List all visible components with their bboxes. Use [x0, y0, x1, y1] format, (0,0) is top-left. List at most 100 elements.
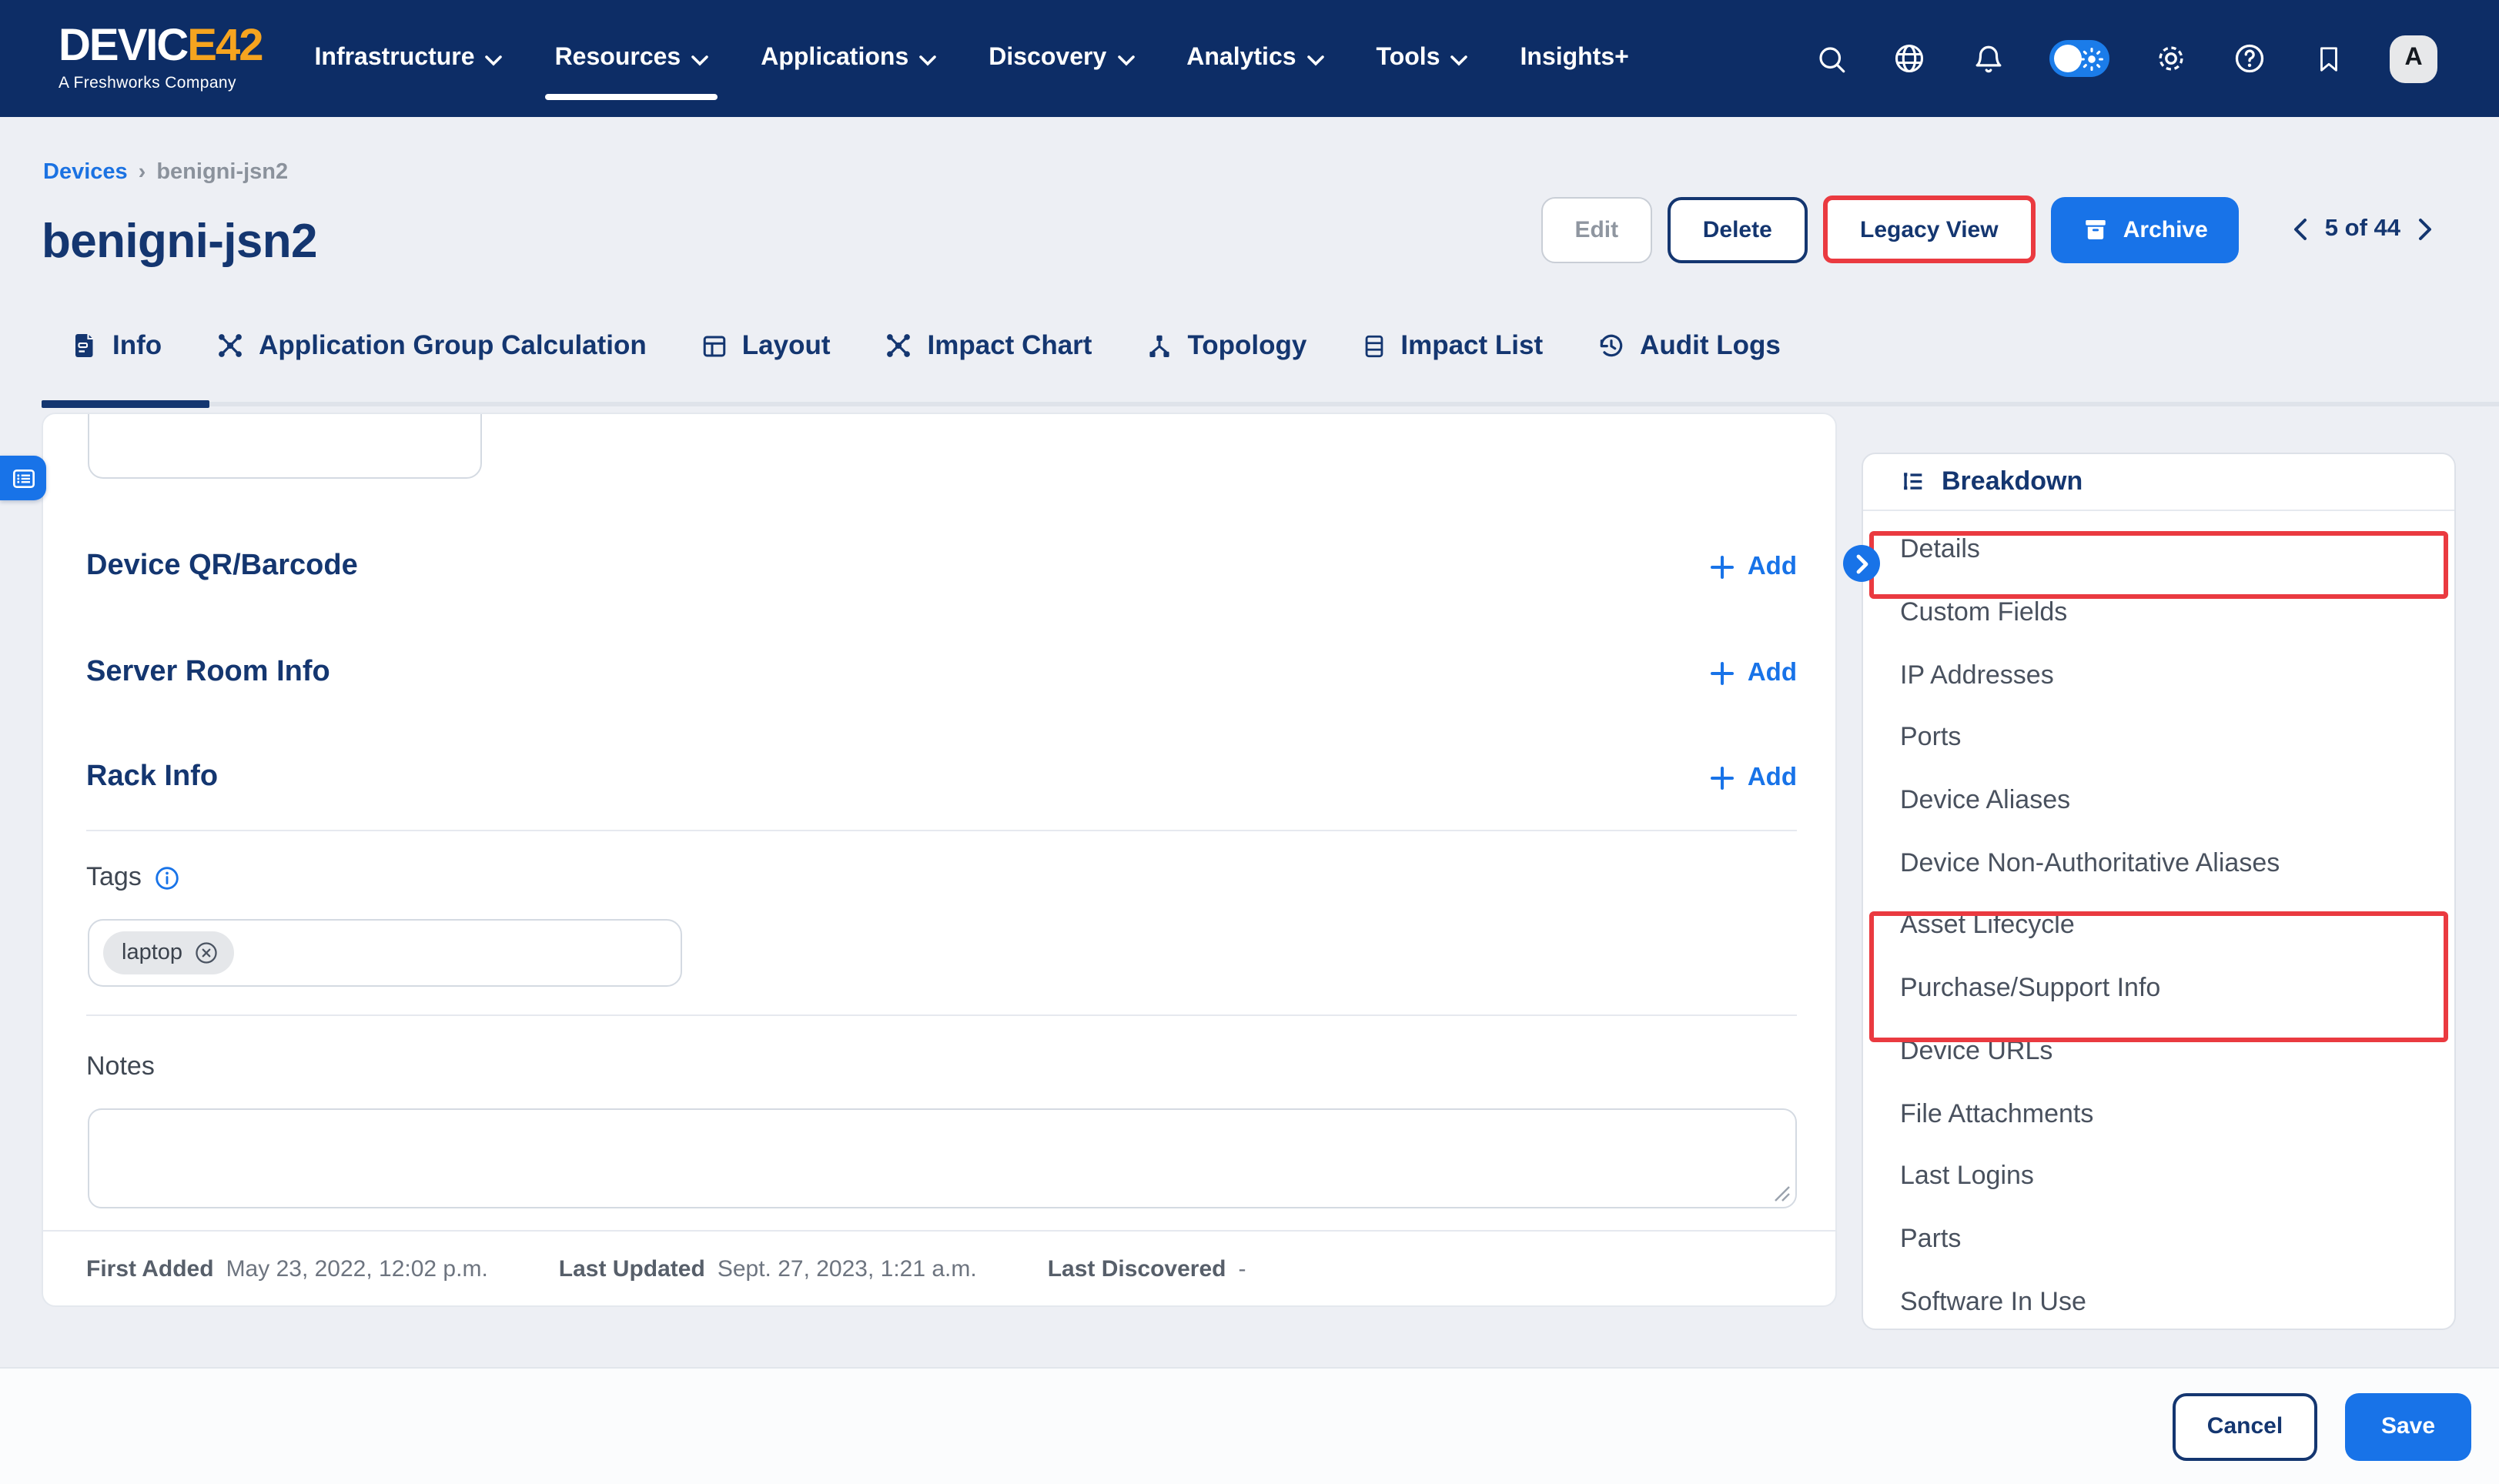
nav-item-tools[interactable]: Tools — [1377, 35, 1468, 82]
chevron-right-icon — [1855, 553, 1868, 573]
sidebar-item-ip-addresses[interactable]: IP Addresses — [1863, 644, 2454, 707]
add-rack-info-button[interactable]: Add — [1711, 763, 1797, 792]
nav-item-applications[interactable]: Applications — [761, 35, 936, 82]
theme-toggle[interactable] — [2049, 40, 2109, 77]
sidebar-item-last-logins[interactable]: Last Logins — [1863, 1145, 2454, 1208]
sidebar-item-ports[interactable]: Ports — [1863, 707, 2454, 769]
section-title: Rack Info — [86, 760, 218, 794]
meta-last-updated: Last UpdatedSept. 27, 2023, 1:21 a.m. — [559, 1255, 977, 1282]
logo-tagline: A Freshworks Company — [59, 76, 263, 92]
tab-info[interactable]: Info — [71, 329, 162, 362]
breakdown-header: Breakdown — [1863, 454, 2454, 511]
annotation-highlight-legacy-view: Legacy View — [1823, 196, 2036, 263]
breadcrumb-separator: › — [139, 160, 146, 185]
remove-tag-icon[interactable] — [193, 941, 218, 965]
divider — [86, 830, 1797, 831]
device-info-panel: Device QR/Barcode Add Server Room Info A… — [42, 413, 1837, 1307]
navbar-icons: A — [1814, 35, 2437, 82]
save-button[interactable]: Save — [2345, 1392, 2471, 1460]
avatar[interactable]: A — [2390, 35, 2437, 82]
tab-impact-chart[interactable]: Impact Chart — [885, 329, 1092, 362]
main-nav: Infrastructure Resources Applications Di… — [315, 35, 1629, 82]
notes-field-wrap — [88, 1108, 1797, 1208]
pagination-count: 5 of 44 — [2325, 216, 2400, 243]
globe-icon[interactable] — [1892, 42, 1926, 75]
side-panel-toggle-button[interactable] — [0, 456, 46, 500]
notes-label: Notes — [86, 1051, 155, 1082]
sidebar-item-software-in-use[interactable]: Software In Use — [1863, 1271, 2454, 1331]
tag-chip-laptop: laptop — [103, 931, 233, 974]
form-list-icon — [10, 466, 36, 490]
tab-application-group-calculation[interactable]: Application Group Calculation — [216, 329, 647, 362]
chevron-down-icon — [1307, 55, 1324, 65]
network-icon — [216, 331, 245, 360]
tab-audit-logs[interactable]: Audit Logs — [1597, 329, 1781, 362]
sidebar-item-file-attachments[interactable]: File Attachments — [1863, 1082, 2454, 1145]
scrolled-input-field[interactable] — [88, 413, 482, 479]
sidebar-item-device-urls[interactable]: Device URLs — [1863, 1020, 2454, 1082]
sidebar-item-purchase-support-info[interactable]: Purchase/Support Info — [1863, 958, 2454, 1020]
section-title: Device QR/Barcode — [86, 550, 358, 583]
chevron-down-icon — [1451, 55, 1468, 65]
sidebar-item-custom-fields[interactable]: Custom Fields — [1863, 581, 2454, 643]
section-title: Server Room Info — [86, 656, 330, 690]
archive-button[interactable]: Archive — [2051, 196, 2239, 262]
cancel-button[interactable]: Cancel — [2173, 1392, 2317, 1460]
tags-input[interactable]: laptop — [88, 919, 682, 987]
sidebar-item-device-non-authoritative-aliases[interactable]: Device Non-Authoritative Aliases — [1863, 832, 2454, 894]
breadcrumb-devices-link[interactable]: Devices — [43, 160, 128, 185]
notes-textarea[interactable] — [89, 1110, 1795, 1207]
breadcrumb-current: benigni-jsn2 — [156, 160, 288, 185]
breakdown-panel: Breakdown Details Custom Fields IP Addre… — [1862, 453, 2456, 1330]
logo[interactable]: DEVICE42 A Freshworks Company — [59, 25, 263, 92]
meta-last-discovered: Last Discovered- — [1048, 1255, 1246, 1282]
nav-item-analytics[interactable]: Analytics — [1186, 35, 1323, 82]
tags-label-row: Tags — [86, 862, 180, 893]
nav-item-discovery[interactable]: Discovery — [989, 35, 1134, 82]
form-action-bar: Cancel Save — [0, 1367, 2499, 1484]
nav-item-infrastructure[interactable]: Infrastructure — [315, 35, 503, 82]
page-actions: Edit Delete Legacy View Archive 5 of 44 — [1541, 196, 2433, 263]
add-device-qr-barcode-button[interactable]: Add — [1711, 552, 1797, 581]
record-pagination: 5 of 44 — [2293, 216, 2433, 243]
bookmark-icon[interactable] — [2311, 42, 2345, 75]
breadcrumb: Devices › benigni-jsn2 — [43, 160, 288, 185]
top-navbar: DEVICE42 A Freshworks Company Infrastruc… — [0, 0, 2499, 117]
plus-icon — [1711, 661, 1734, 684]
tab-underline-track — [42, 402, 2499, 406]
tab-impact-list[interactable]: Impact List — [1360, 329, 1543, 362]
collapse-breakdown-button[interactable] — [1843, 545, 1880, 582]
help-icon[interactable] — [2233, 42, 2266, 75]
sidebar-item-parts[interactable]: Parts — [1863, 1208, 2454, 1270]
previous-record-icon[interactable] — [2293, 217, 2308, 242]
notifications-bell-icon[interactable] — [1971, 42, 2005, 75]
settings-gear-icon[interactable] — [2154, 42, 2188, 75]
delete-button[interactable]: Delete — [1668, 196, 1808, 262]
sun-icon — [2079, 45, 2105, 72]
sidebar-item-device-aliases[interactable]: Device Aliases — [1863, 770, 2454, 832]
tab-topology[interactable]: Topology — [1146, 329, 1306, 362]
record-meta: First AddedMay 23, 2022, 12:02 p.m. Last… — [43, 1232, 1835, 1305]
meta-first-added: First AddedMay 23, 2022, 12:02 p.m. — [86, 1255, 488, 1282]
chevron-down-icon — [486, 55, 503, 65]
plus-icon — [1711, 555, 1734, 578]
layout-icon — [701, 332, 728, 359]
chevron-down-icon — [919, 55, 936, 65]
nav-item-resources[interactable]: Resources — [555, 35, 709, 82]
info-icon[interactable] — [154, 864, 180, 891]
tab-layout[interactable]: Layout — [701, 329, 831, 362]
search-icon[interactable] — [1814, 42, 1848, 75]
sidebar-item-asset-lifecycle[interactable]: Asset Lifecycle — [1863, 894, 2454, 957]
next-record-icon[interactable] — [2417, 217, 2433, 242]
breakdown-items: Details Custom Fields IP Addresses Ports… — [1863, 519, 2454, 1330]
edit-button[interactable]: Edit — [1541, 196, 1652, 262]
sidebar-item-details[interactable]: Details — [1863, 519, 2454, 581]
chevron-down-icon — [1117, 55, 1134, 65]
breakdown-title: Breakdown — [1942, 466, 2082, 497]
network-icon — [885, 331, 914, 360]
logo-wordmark: DEVICE42 — [59, 25, 263, 70]
nav-item-insights[interactable]: Insights+ — [1520, 35, 1629, 82]
add-server-room-info-button[interactable]: Add — [1711, 658, 1797, 687]
legacy-view-button[interactable]: Legacy View — [1828, 200, 2031, 259]
page-title: benigni-jsn2 — [42, 214, 317, 269]
